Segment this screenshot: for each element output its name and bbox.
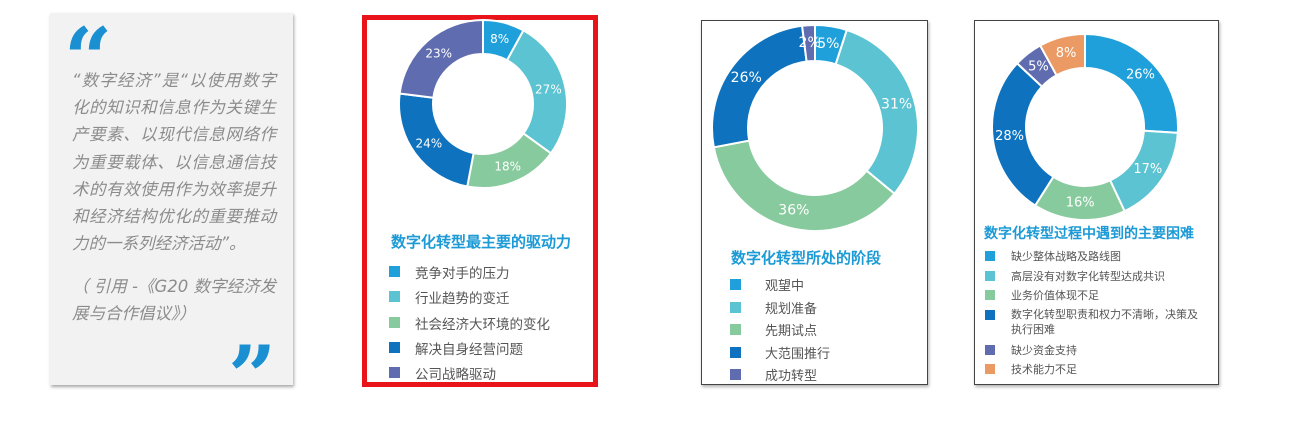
legend-label: 行业趋势的变迁 [415,291,510,308]
legend-swatch [985,270,995,281]
legend-label: 技术能力不足 [1011,363,1077,376]
legend-label: 缺少资金支持 [1011,343,1077,357]
donut-slice [1084,32,1179,134]
slice-value-label: 17% [1133,162,1162,177]
legend-swatch [985,364,995,374]
legend-label: 大范围推行 [765,346,831,362]
quote-card: “ “数字经济”是“以使用数字化的知识和信息作为关键生产要素、以现代信息网络作为… [50,13,293,419]
slice-value-label: 27% [535,82,562,96]
slice-value-label: 2% [799,35,821,51]
legend-label: 观望中 [765,279,805,294]
slice-value-label: 31% [881,96,912,112]
legend-swatch [730,279,741,290]
quote-citation: （ 引用 -《G20 数字经济发展与合作倡议》） [72,277,276,323]
legend-swatch [389,341,400,353]
legend-swatch [730,301,741,313]
legend-label: 社会经济大环境的变化 [415,316,550,333]
close-quote-icon: ” [228,327,277,426]
stage-chart-panel: 5% 31% 36% 26% 2% 数字化转型所处的阶段 观望中 规划准备 先期试点 大… [701,20,928,385]
legend-swatch [730,346,741,358]
legend-label: 规划准备 [765,301,818,317]
legend-swatch [730,369,741,381]
slice-value-label: 24% [415,136,442,150]
slice-value-label: 18% [494,159,521,173]
difficulty-chart-panel: 26% 17% 16% 28% 5% 8% 数字化转型过程中遇到的主要困难 缺少整体战略及… [974,20,1219,385]
legend-swatch [389,266,400,277]
legend-label: 先期试点 [765,324,818,340]
legend-swatch [389,316,400,328]
slice-value-label: 23% [425,47,452,61]
chart-title: 数字化转型过程中遇到的主要困难 [984,226,1194,242]
slice-value-label: 26% [731,70,762,86]
legend-label: 高层没有对数字化转型达成共识 [1011,269,1165,283]
legend-label: 竞争对手的压力 [415,266,510,282]
legend-swatch [389,367,400,379]
slice-value-label: 28% [995,129,1024,144]
legend-swatch [730,324,741,336]
legend-swatch [985,309,995,320]
slice-value-label: 8% [1056,46,1077,61]
chart-title: 数字化转型所处的阶段 [731,249,882,267]
slice-value-label: 36% [778,202,809,218]
legend-label: 缺少整体战略及路线图 [1011,250,1121,263]
donut-slice [711,24,808,149]
legend-swatch [985,251,995,261]
slice-value-label: 5% [1028,59,1049,74]
legend-swatch [985,290,995,300]
legend-label: 解决自身经营问题 [415,341,523,358]
legend-label: 业务价值体现不足 [1011,289,1099,302]
slice-value-label: 8% [490,32,509,46]
chart-title: 数字化转型最主要的驱动力 [391,233,572,251]
driver-chart-panel: 8% 27% 18% 24% 23% 数字化转型最主要的驱动力 竞争对手的压力 行业趋势… [362,15,598,387]
legend-swatch [985,344,995,355]
slice-value-label: 16% [1066,195,1095,210]
slice-value-label: 26% [1126,67,1155,82]
legend-label: 数字化转型职责和权力不清晰，决策及执行困难 [1011,307,1198,336]
legend-label: 成功转型 [765,369,818,385]
quote-text: “数字经济”是“以使用数字化的知识和信息作为关键生产要素、以现代信息网络作为重要… [72,71,276,254]
legend-label: 公司战略驱动 [415,367,496,384]
legend-swatch [389,291,400,303]
